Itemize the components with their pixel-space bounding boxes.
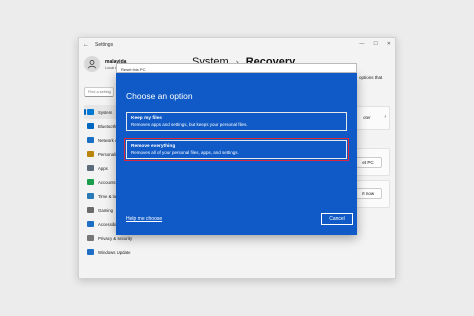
wifi-icon: [87, 137, 94, 143]
sidebar-item-label: Privacy & security: [98, 235, 133, 241]
brush-icon: [87, 151, 94, 157]
sidebar-item-label: Gaming: [98, 207, 114, 213]
accessibility-icon: [87, 221, 94, 227]
settings-title: Settings: [95, 42, 114, 48]
sidebar-item-bluetooth-devices[interactable]: Bluetooth & devices: [84, 119, 136, 133]
chevron-right-icon: ›: [384, 114, 386, 120]
sidebar-item-label: System: [98, 109, 113, 115]
sidebar-item-label: Windows Update: [98, 249, 131, 255]
dialog-titlebar: Reset this PC: [116, 63, 357, 73]
person-icon: [88, 60, 96, 69]
avatar: [84, 56, 100, 72]
window-controls: — ☐ ✕: [359, 41, 391, 47]
bluetooth-icon: [87, 123, 94, 129]
sidebar-nav: System Bluetooth & devicesNetwork & inter…: [84, 105, 136, 259]
sidebar-item-time-language[interactable]: Time & language: [84, 189, 130, 203]
sidebar-item-windows-update[interactable]: Windows Update: [84, 245, 130, 259]
sidebar-item-privacy-security[interactable]: Privacy & security: [84, 231, 132, 245]
minimize-icon[interactable]: —: [359, 41, 364, 47]
sidebar-item-label: Apps: [98, 165, 108, 171]
sidebar-item-accessibility[interactable]: Accessibility: [84, 217, 121, 231]
reset-pc-button[interactable]: et PC: [354, 157, 382, 168]
clock-icon: [87, 193, 94, 199]
option-remove-everything[interactable]: Remove everything Removes all of your pe…: [124, 138, 349, 161]
reset-pc-dialog: Reset this PC Choose an option Keep my f…: [116, 63, 357, 235]
option-keep-my-files[interactable]: Keep my files Removes apps and settings,…: [126, 112, 347, 131]
option-description: Removes all of your personal files, apps…: [131, 150, 239, 155]
back-arrow-icon[interactable]: ←: [79, 42, 93, 48]
restart-now-button[interactable]: rt now: [354, 188, 382, 199]
close-icon[interactable]: ✕: [387, 41, 391, 47]
sidebar-item-gaming[interactable]: Gaming: [84, 203, 120, 217]
shield-icon: [87, 235, 94, 241]
dialog-heading: Choose an option: [126, 91, 193, 101]
settings-titlebar: ← Settings: [79, 38, 395, 52]
update-icon: [87, 249, 94, 255]
sidebar-item-label: Accounts: [98, 179, 116, 185]
help-me-choose-link[interactable]: Help me choose: [126, 216, 162, 222]
option-title: Remove everything: [131, 143, 176, 149]
sidebar-item-apps[interactable]: Apps: [84, 161, 120, 175]
sidebar-item-system[interactable]: System: [84, 105, 120, 119]
option-title: Keep my files: [131, 115, 162, 121]
person-icon: [87, 179, 94, 185]
recovery-options-text: options that: [359, 75, 383, 80]
monitor-icon: [87, 109, 94, 115]
cancel-button[interactable]: Cancel: [321, 213, 353, 225]
find-setting-input[interactable]: Find a setting: [84, 87, 114, 97]
sidebar-item-accounts[interactable]: Accounts: [84, 175, 120, 189]
maximize-icon[interactable]: ☐: [373, 41, 377, 47]
troubleshooter-text: oter: [363, 115, 371, 120]
sidebar-item-personalization[interactable]: Personalization: [84, 147, 127, 161]
option-description: Removes apps and settings, but keeps you…: [131, 122, 248, 127]
gamepad-icon: [87, 207, 94, 213]
apps-icon: [87, 165, 94, 171]
sidebar-item-network-internet[interactable]: Network & internet: [84, 133, 133, 147]
